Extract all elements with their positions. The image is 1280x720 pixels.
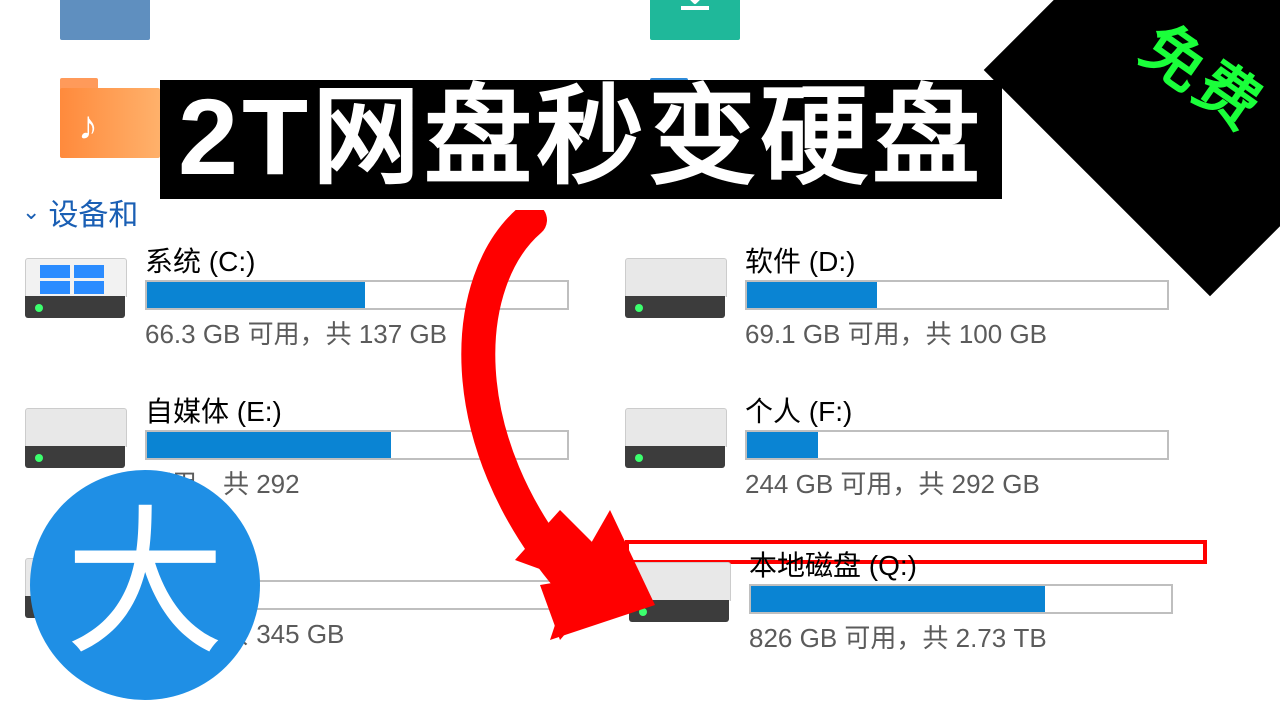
section-header-label: 设备和: [48, 190, 138, 234]
drive-label: 个人 (F:): [745, 390, 852, 430]
drive-label: 本地磁盘 (Q:): [749, 544, 917, 584]
chevron-down-icon: ⌄: [22, 199, 40, 225]
music-folder-icon[interactable]: ♪: [60, 78, 160, 158]
drive-usage-bar: [145, 430, 569, 460]
drive-info: 66.3 GB 可用，共 137 GB: [145, 314, 447, 351]
drive-usage-bar: [145, 280, 569, 310]
drive-usage-bar: [745, 430, 1169, 460]
drive-icon: [625, 258, 725, 318]
documents-icon: [60, 0, 150, 40]
drive-icon: [629, 562, 729, 622]
downloads-icon: [650, 0, 740, 40]
drive-icon: [25, 408, 125, 468]
drive-label: 系统 (C:): [145, 240, 255, 280]
drive-label: 软件 (D:): [745, 240, 855, 280]
drive-label: 自媒体 (E:): [145, 390, 282, 430]
drive-q[interactable]: 本地磁盘 (Q:)826 GB 可用，共 2.73 TB: [625, 540, 1207, 564]
channel-badge: 大: [30, 470, 260, 700]
drive-usage-bar: [749, 584, 1173, 614]
drive-icon: [625, 408, 725, 468]
drive-usage-bar: [745, 280, 1169, 310]
circle-glyph: 大: [65, 505, 225, 665]
drive-info: 244 GB 可用，共 292 GB: [745, 464, 1040, 501]
drive-icon: [25, 258, 125, 318]
drive-info: 69.1 GB 可用，共 100 GB: [745, 314, 1047, 351]
drive-info: 826 GB 可用，共 2.73 TB: [749, 618, 1047, 655]
devices-drives-header[interactable]: ⌄ 设备和: [22, 190, 138, 234]
headline-banner: 2T网盘秒变硬盘: [160, 80, 1002, 199]
headline-text: 2T网盘秒变硬盘: [178, 76, 984, 197]
